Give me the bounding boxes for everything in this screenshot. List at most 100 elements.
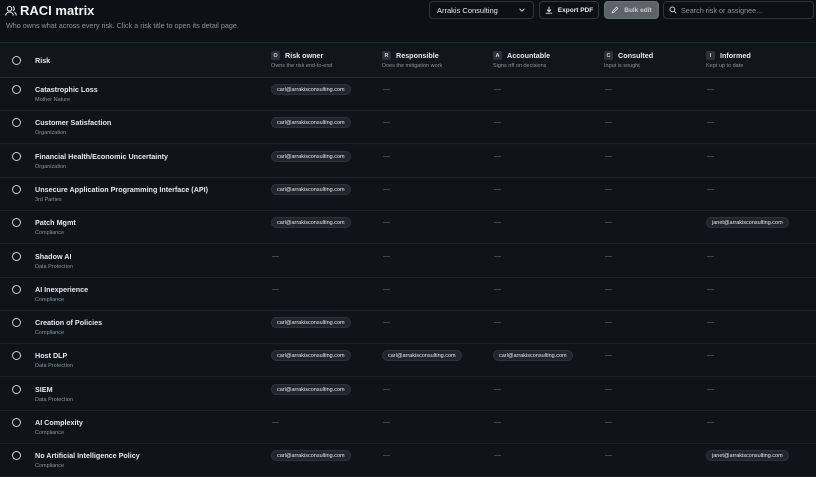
accountable-cell[interactable]: — [493,317,501,328]
assignee-chip[interactable]: carl@arrakisconsulting.com [382,350,462,362]
owner-cell[interactable]: — [271,251,279,262]
responsible-cell[interactable]: — [382,117,390,128]
accountable-cell[interactable]: — [493,84,501,95]
bulk-edit-button[interactable]: Bulk edit [604,1,659,19]
select-all-checkbox[interactable] [12,56,21,65]
responsible-cell[interactable]: — [382,450,390,461]
row-checkbox[interactable] [12,184,21,194]
owner-cell[interactable]: — [271,417,279,428]
responsible-cell[interactable]: — [382,417,390,428]
responsible-cell[interactable]: — [382,217,390,228]
responsible-cell[interactable]: — [382,151,390,162]
table-row[interactable]: Creation of Policies Compliance carl@arrak… [0,311,816,345]
assignee-chip[interactable]: janet@arrakisconsulting.com [706,217,789,229]
consulted-cell[interactable]: — [604,284,612,295]
search-box[interactable] [663,1,814,19]
row-checkbox[interactable] [12,351,21,361]
row-checkbox[interactable] [12,85,21,94]
table-row[interactable]: No Artificial Intelligence Policy Complia… [0,444,816,477]
assignee-chip[interactable]: carl@arrakisconsulting.com [271,317,351,329]
risk-title-link[interactable]: Creation of Policies [35,318,102,327]
informed-cell[interactable]: — [706,184,714,195]
row-checkbox[interactable] [12,218,21,228]
owner-cell[interactable]: — [271,284,279,295]
consulted-cell[interactable]: — [604,84,612,95]
risk-title-link[interactable]: SIEM [35,385,53,394]
organization-select[interactable]: Arrakis Consulting [429,1,534,19]
informed-cell[interactable]: — [706,317,714,328]
risk-title-link[interactable]: Unsecure Application Programming Interfa… [35,185,208,194]
assignee-chip[interactable]: carl@arrakisconsulting.com [493,350,573,362]
assignee-chip[interactable]: carl@arrakisconsulting.com [271,383,351,395]
assignee-chip[interactable]: carl@arrakisconsulting.com [271,150,351,162]
assignee-chip[interactable]: carl@arrakisconsulting.com [271,84,351,95]
row-checkbox[interactable] [12,318,21,328]
owner-cell[interactable]: carl@arrakisconsulting.com [271,217,351,229]
responsible-cell[interactable]: — [382,251,390,262]
row-checkbox[interactable] [12,118,21,128]
accountable-cell[interactable]: — [493,117,501,128]
owner-cell[interactable]: carl@arrakisconsulting.com [271,450,351,462]
consulted-cell[interactable]: — [604,151,612,162]
accountable-cell[interactable]: carl@arrakisconsulting.com [493,350,573,362]
consulted-cell[interactable]: — [604,251,612,262]
table-row[interactable]: Financial Health/Economic Uncertainty Org… [0,144,816,178]
consulted-cell[interactable]: — [604,384,612,395]
informed-cell[interactable]: — [706,417,714,428]
owner-cell[interactable]: carl@arrakisconsulting.com [271,383,351,395]
accountable-cell[interactable]: — [493,151,501,162]
row-checkbox[interactable] [12,251,21,261]
assignee-chip[interactable]: janet@arrakisconsulting.com [706,450,789,462]
risk-title-link[interactable]: No Artificial Intelligence Policy [35,451,140,460]
risk-title-link[interactable]: Financial Health/Economic Uncertainty [35,152,168,161]
responsible-cell[interactable]: — [382,317,390,328]
responsible-cell[interactable]: — [382,284,390,295]
accountable-cell[interactable]: — [493,417,501,428]
risk-title-link[interactable]: Patch Mgmt [35,218,76,227]
owner-cell[interactable]: carl@arrakisconsulting.com [271,183,351,195]
informed-cell[interactable]: — [706,84,714,95]
row-checkbox[interactable] [12,384,21,394]
table-row[interactable]: AI Inexperience Compliance — — — — — [0,277,816,311]
row-checkbox[interactable] [12,284,21,294]
informed-cell[interactable]: janet@arrakisconsulting.com [706,450,789,462]
table-row[interactable]: Patch Mgmt Compliance carl@arrakisconsulti… [0,211,816,245]
consulted-cell[interactable]: — [604,417,612,428]
assignee-chip[interactable]: carl@arrakisconsulting.com [271,450,351,462]
risk-title-link[interactable]: Host DLP [35,351,67,360]
owner-cell[interactable]: carl@arrakisconsulting.com [271,117,351,129]
owner-cell[interactable]: carl@arrakisconsulting.com [271,84,351,95]
consulted-cell[interactable]: — [604,317,612,328]
accountable-cell[interactable]: — [493,384,501,395]
informed-cell[interactable]: — [706,251,714,262]
assignee-chip[interactable]: carl@arrakisconsulting.com [271,217,351,229]
accountable-cell[interactable]: — [493,251,501,262]
responsible-cell[interactable]: — [382,184,390,195]
row-checkbox[interactable] [12,418,21,427]
responsible-cell[interactable]: carl@arrakisconsulting.com [382,350,462,362]
search-input[interactable] [681,5,806,15]
consulted-cell[interactable]: — [604,350,612,361]
row-checkbox[interactable] [12,151,21,161]
risk-title-link[interactable]: Customer Satisfaction [35,118,111,127]
table-row[interactable]: Catastrophic Loss Mother Nature carl@arrak… [0,78,816,111]
accountable-cell[interactable]: — [493,450,501,461]
owner-cell[interactable]: carl@arrakisconsulting.com [271,150,351,162]
export-pdf-button[interactable]: Export PDF [539,1,599,19]
consulted-cell[interactable]: — [604,184,612,195]
table-row[interactable]: AI Complexity Compliance — — — — — [0,411,816,444]
accountable-cell[interactable]: — [493,217,501,228]
risk-title-link[interactable]: AI Inexperience [35,285,88,294]
owner-cell[interactable]: carl@arrakisconsulting.com [271,350,351,362]
table-row[interactable]: SIEM Data Protection carl@arrakisconsultin… [0,377,816,411]
accountable-cell[interactable]: — [493,284,501,295]
table-row[interactable]: Shadow AI Data Protection — — — — — [0,244,816,278]
consulted-cell[interactable]: — [604,117,612,128]
owner-cell[interactable]: carl@arrakisconsulting.com [271,317,351,329]
row-checkbox[interactable] [12,451,21,461]
consulted-cell[interactable]: — [604,450,612,461]
responsible-cell[interactable]: — [382,384,390,395]
table-row[interactable]: Host DLP Data Protection carl@arrakisconsu… [0,344,816,378]
assignee-chip[interactable]: carl@arrakisconsulting.com [271,350,351,362]
informed-cell[interactable]: — [706,350,714,361]
